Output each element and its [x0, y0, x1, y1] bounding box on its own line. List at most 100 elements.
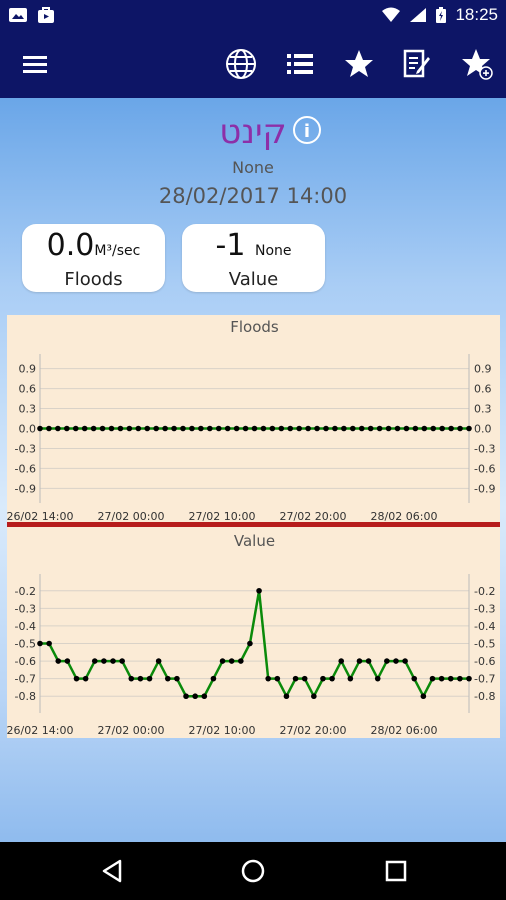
floods-card[interactable]: 0.0M³/sec Floods — [22, 224, 165, 292]
star-icon[interactable] — [339, 30, 379, 98]
data-point — [144, 425, 151, 432]
data-point — [46, 425, 52, 432]
data-point — [180, 425, 186, 432]
y-tick-label-left: -0.8 — [15, 690, 36, 703]
data-point — [402, 658, 408, 664]
x-tick-label: 27/02 00:00 — [98, 724, 165, 737]
y-tick-label-left: -0.5 — [15, 638, 36, 651]
value-chart-svg: Value -0.2 -0.2 -0.3 -0.3 -0.4 -0.4 -0.5 -0.5 -0.… — [7, 532, 495, 737]
data-point — [128, 675, 135, 682]
y-tick-label-right: -0.6 — [474, 462, 495, 475]
value-label: Value — [228, 269, 279, 290]
edit-note-icon[interactable] — [397, 30, 437, 98]
battery-icon — [436, 7, 447, 23]
y-tick-label-right: -0.5 — [474, 638, 495, 651]
x-tick-label: 27/02 20:00 — [280, 724, 347, 737]
data-point — [338, 658, 345, 664]
data-point — [384, 658, 390, 664]
data-point — [64, 425, 70, 432]
data-point — [251, 425, 258, 432]
list-icon[interactable] — [280, 30, 320, 98]
data-point — [332, 425, 338, 432]
data-point — [394, 425, 401, 432]
data-point — [329, 675, 335, 682]
data-point — [91, 658, 98, 664]
data-point — [341, 425, 347, 432]
chart-title: Floods — [230, 318, 279, 336]
data-point — [153, 425, 159, 432]
data-point — [367, 425, 374, 432]
data-point — [110, 658, 116, 664]
data-point — [411, 675, 418, 682]
floods-chart-svg: Floods 0.9 0.9 0.6 0.6 0.3 0.3 0.0 0.0 -0.3 -0.3 -0… — [7, 318, 495, 522]
data-point — [457, 425, 463, 432]
data-point — [466, 425, 472, 432]
data-point — [430, 425, 437, 432]
data-point — [99, 425, 106, 432]
y-tick-label-right: -0.7 — [474, 673, 495, 686]
y-tick-label-left: 0.6 — [19, 383, 37, 396]
value-unit: None — [254, 243, 292, 259]
data-point — [314, 425, 320, 432]
data-point — [358, 425, 365, 432]
y-tick-label-left: -0.2 — [15, 585, 36, 598]
data-point — [412, 425, 419, 432]
y-tick-label-left: -0.6 — [15, 655, 36, 668]
value-chart: Value -0.2 -0.2 -0.3 -0.3 -0.4 -0.4 -0.5 -0.5 -0.… — [7, 527, 500, 738]
y-tick-label-right: -0.8 — [474, 690, 495, 703]
y-tick-label-left: 0.0 — [19, 423, 37, 436]
data-point — [135, 425, 142, 432]
data-point — [233, 425, 240, 432]
data-point — [228, 658, 235, 664]
x-tick-label: 27/02 20:00 — [280, 510, 347, 522]
data-point — [198, 425, 204, 432]
menu-icon[interactable] — [15, 30, 55, 98]
y-tick-label-right: -0.3 — [474, 602, 495, 615]
data-point — [171, 425, 177, 432]
data-point — [55, 425, 61, 432]
star-add-icon[interactable] — [457, 30, 497, 98]
data-point — [457, 675, 463, 682]
info-icon[interactable]: i — [293, 116, 321, 144]
value-card[interactable]: -1 None Value — [182, 224, 325, 292]
data-point — [146, 675, 153, 682]
x-tick-label: 28/02 06:00 — [371, 510, 438, 522]
data-point — [447, 675, 454, 682]
x-tick-label: 26/02 14:00 — [7, 724, 73, 737]
back-icon[interactable] — [82, 842, 142, 900]
data-point — [242, 425, 249, 432]
y-tick-label-right: -0.4 — [474, 620, 495, 633]
station-header: קינט — [0, 112, 506, 152]
home-icon[interactable] — [223, 842, 283, 900]
value-value: -1 — [215, 228, 246, 263]
app-toolbar — [0, 30, 506, 98]
floods-value: 0.0 — [46, 228, 95, 263]
data-point — [374, 675, 381, 682]
recents-icon[interactable] — [366, 842, 426, 900]
data-point — [37, 640, 43, 647]
y-tick-label-left: -0.6 — [15, 462, 36, 475]
system-nav-bar — [0, 842, 506, 900]
data-point — [365, 658, 372, 664]
y-tick-label-right: -0.3 — [474, 442, 495, 455]
data-point — [119, 658, 125, 664]
data-point — [296, 425, 302, 432]
y-tick-label-right: 0.0 — [474, 423, 492, 436]
globe-icon[interactable] — [221, 30, 261, 98]
status-time: 18:25 — [455, 5, 498, 24]
data-point — [215, 425, 222, 432]
floods-unit: M³/sec — [94, 243, 141, 259]
data-point — [210, 675, 217, 682]
photo-notification-icon — [9, 8, 27, 22]
data-point — [421, 425, 428, 432]
y-tick-label-left: -0.3 — [15, 602, 36, 615]
y-tick-label-left: 0.9 — [19, 363, 37, 376]
data-point — [90, 425, 97, 432]
x-tick-label: 28/02 06:00 — [371, 724, 438, 737]
y-tick-label-left: -0.3 — [15, 442, 36, 455]
data-point — [278, 425, 285, 432]
data-point — [37, 425, 43, 432]
data-point — [81, 425, 88, 432]
data-point — [73, 675, 80, 682]
data-point — [219, 658, 226, 664]
